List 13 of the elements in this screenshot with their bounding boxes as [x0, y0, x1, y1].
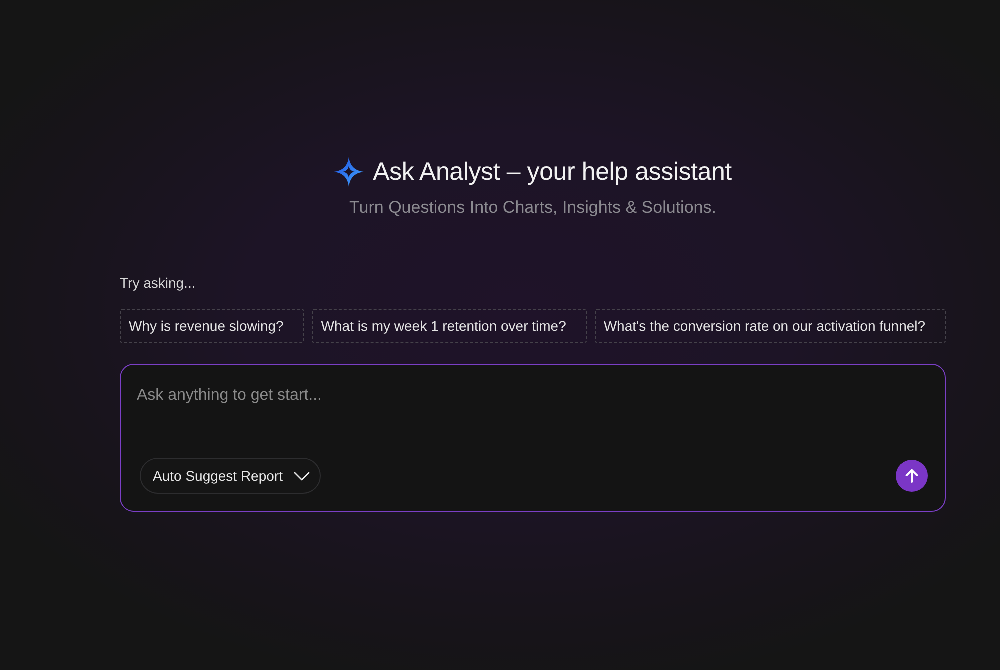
suggestion-chip[interactable]: What is my week 1 retention over time?: [312, 309, 587, 343]
suggestion-chip[interactable]: Why is revenue slowing?: [120, 309, 304, 343]
page-subtitle: Turn Questions Into Charts, Insights & Solutions.: [350, 197, 716, 219]
suggestion-chip[interactable]: What's the conversion rate on our activation funnel?: [594, 309, 946, 343]
page-title: Ask Analyst – your help assistant: [373, 157, 732, 188]
sparkle-icon: [334, 157, 364, 187]
suggestions-label: Try asking...: [120, 274, 196, 292]
chevron-down-icon: [294, 472, 310, 480]
prompt-input[interactable]: Ask anything to get start...: [137, 385, 928, 458]
prompt-box[interactable]: Ask anything to get start... Auto Suggest Report: [120, 364, 946, 512]
report-dropdown[interactable]: Auto Suggest Report: [140, 458, 321, 494]
send-button[interactable]: [896, 460, 928, 492]
arrow-up-icon: [905, 469, 919, 483]
